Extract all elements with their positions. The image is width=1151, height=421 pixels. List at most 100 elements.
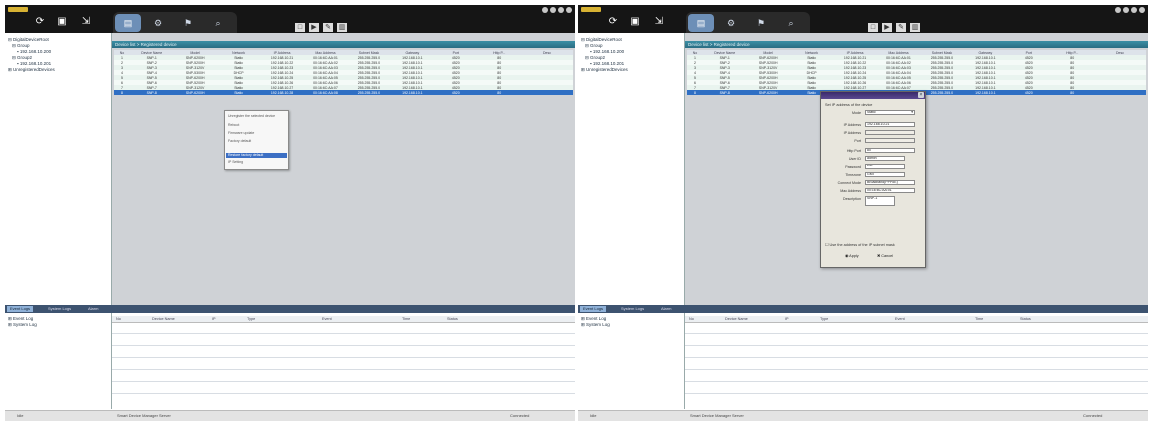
tool-icon[interactable]: ✎ (896, 23, 906, 32)
timezone-select[interactable]: GMT (865, 172, 905, 177)
apply-button[interactable]: ◉ Apply (845, 253, 859, 259)
refresh-icon[interactable]: ⟳ (604, 15, 622, 29)
tree-device[interactable]: ▪ 192.168.10.200 (590, 49, 624, 54)
log-row (112, 369, 575, 370)
log-col-header[interactable]: Device Name (725, 316, 748, 322)
maximize-icon[interactable] (558, 7, 564, 13)
menu-item[interactable]: Reboot (228, 123, 285, 128)
tab-3[interactable]: ⚑ (748, 14, 774, 32)
port-field[interactable] (865, 138, 915, 143)
apply-label: Apply (849, 254, 859, 258)
help-icon[interactable] (542, 7, 548, 13)
title-bar: ⟳ ▣ ⇲ ▤ ⚙ ⚑ ⌕ □ ▶ ✎ ▥ (5, 5, 575, 34)
tree-label: System Log (13, 322, 37, 327)
tree-unregistered[interactable]: ⊞ UnregisteredDevices (8, 67, 55, 73)
tab-alarm[interactable]: Alarm (658, 306, 674, 312)
play-icon[interactable]: ▶ (309, 23, 319, 32)
description-field[interactable]: SNP-1 (865, 196, 895, 206)
tab-4[interactable]: ⌕ (778, 14, 804, 32)
password-field[interactable]: **** (865, 164, 905, 169)
add-icon[interactable]: □ (295, 23, 305, 32)
save-icon[interactable]: ▣ (626, 15, 644, 29)
log-col-header[interactable]: Type (247, 316, 255, 322)
tree-device[interactable]: ▪ 192.168.10.201 (590, 61, 624, 66)
main-tab-strip: ▤ ⚙ ⚑ ⌕ (113, 12, 237, 34)
menu-item[interactable]: IP Setting (228, 160, 285, 165)
export-icon[interactable]: ⇲ (77, 15, 95, 29)
menu-item[interactable]: Unregister the selected device (228, 114, 285, 119)
log-col-header[interactable]: IP (212, 316, 216, 322)
close-icon[interactable]: × (918, 92, 924, 98)
cancel-button[interactable]: ✖ Cancel (877, 253, 893, 259)
tab-alarm[interactable]: Alarm (85, 306, 101, 312)
export-icon[interactable]: ⇲ (650, 15, 668, 29)
tree-unregistered[interactable]: ⊞ UnregisteredDevices (581, 67, 628, 73)
tab-device-list[interactable]: ▤ (115, 14, 141, 32)
ip-address-field-2[interactable] (865, 130, 915, 135)
log-col-header[interactable]: Event (895, 316, 905, 322)
close-icon[interactable] (566, 7, 572, 13)
right-app-window: ⟳ ▣ ⇲ ▤ ⚙ ⚑ ⌕ □ ▶ ✎ ▥ ⊟ DigitalDeviceRoo… (578, 5, 1148, 421)
tab-event-logs[interactable]: Event Logs (580, 306, 607, 312)
log-col-header[interactable]: Status (1020, 316, 1031, 322)
mode-select[interactable]: Static ▾ (865, 110, 915, 115)
status-center: Smart Device Manager Server (117, 413, 171, 418)
maximize-icon[interactable] (1131, 7, 1137, 13)
tab-system-logs[interactable]: System Logs (45, 306, 74, 312)
log-tree-pane: ⊞ Event Log ⊞ System Log (578, 313, 685, 409)
log-col-header[interactable]: No (689, 316, 694, 322)
tree-device[interactable]: ▪ 192.168.10.200 (17, 49, 51, 54)
settings-icon[interactable]: ▥ (337, 23, 347, 32)
log-col-header[interactable]: No (116, 316, 121, 322)
refresh-icon[interactable]: ⟳ (31, 15, 49, 29)
tab-3[interactable]: ⚑ (175, 14, 201, 32)
subnet-checkbox[interactable]: ☐ Use the address of the IP subnet mask (825, 242, 895, 247)
log-col-header[interactable]: Status (447, 316, 458, 322)
http-port-field[interactable]: 80 (865, 148, 915, 153)
tab-4[interactable]: ⌕ (205, 14, 231, 32)
settings-icon[interactable]: ▥ (910, 23, 920, 32)
table-row[interactable]: 8SNP-8SNP-6200HStatic192.168.10.2800:16:… (114, 90, 573, 95)
device-tree-pane: ⊟ DigitalDeviceRoot ⊟ Group ▪ 192.168.10… (5, 33, 112, 305)
save-icon[interactable]: ▣ (53, 15, 71, 29)
help-icon[interactable] (1115, 7, 1121, 13)
log-header: No Device Name IP Type Event Time Status (685, 316, 1148, 323)
log-col-header[interactable]: Type (820, 316, 828, 322)
log-col-header[interactable]: IP (785, 316, 789, 322)
tab-event-logs[interactable]: Event Logs (7, 306, 34, 312)
log-list: No Device Name IP Type Event Time Status (112, 313, 575, 409)
field-label: Timezone (845, 173, 861, 177)
log-col-header[interactable]: Time (975, 316, 983, 322)
minimize-icon[interactable] (550, 7, 556, 13)
log-col-header[interactable]: Device Name (152, 316, 175, 322)
minimize-icon[interactable] (1123, 7, 1129, 13)
table-cell: 00:16:6C:AA:08 (303, 90, 348, 95)
menu-item-highlighted[interactable]: Restore factory default (226, 153, 287, 158)
user-id-field[interactable]: admin (865, 156, 905, 161)
ip-address-field[interactable]: 192.168.10.21 (865, 122, 915, 127)
log-tree-item[interactable]: ⊞ System Log (581, 322, 610, 328)
menu-item[interactable]: Factory default (228, 139, 285, 144)
table-cell: 80 (1050, 90, 1094, 95)
left-app-window: ⟳ ▣ ⇲ ▤ ⚙ ⚑ ⌕ □ ▶ ✎ ▥ ⊟ DigitalDeviceRoo… (5, 5, 575, 421)
mac-address-field[interactable]: 00:16:6C:AA:01 (865, 188, 915, 193)
log-tree-item[interactable]: ⊞ System Log (8, 322, 37, 328)
menu-item[interactable]: Firmware update (228, 131, 285, 136)
log-col-header[interactable]: Event (322, 316, 332, 322)
app-logo (581, 7, 601, 12)
dialog-title-bar: × (821, 92, 925, 99)
connect-mode-select[interactable]: Broadband(PPPoE) (865, 180, 915, 185)
log-col-header[interactable]: Time (402, 316, 410, 322)
add-icon[interactable]: □ (868, 23, 878, 32)
tab-system-logs[interactable]: System Logs (618, 306, 647, 312)
tree-label: DigitalDeviceRoot (586, 37, 622, 42)
tab-2[interactable]: ⚙ (145, 14, 171, 32)
close-icon[interactable] (1139, 7, 1145, 13)
tree-device[interactable]: ▪ 192.168.10.201 (17, 61, 51, 66)
tab-device-list[interactable]: ▤ (688, 14, 714, 32)
play-icon[interactable]: ▶ (882, 23, 892, 32)
field-label: Port (854, 139, 861, 143)
title-bar: ⟳ ▣ ⇲ ▤ ⚙ ⚑ ⌕ □ ▶ ✎ ▥ (578, 5, 1148, 34)
tool-icon[interactable]: ✎ (323, 23, 333, 32)
tab-2[interactable]: ⚙ (718, 14, 744, 32)
